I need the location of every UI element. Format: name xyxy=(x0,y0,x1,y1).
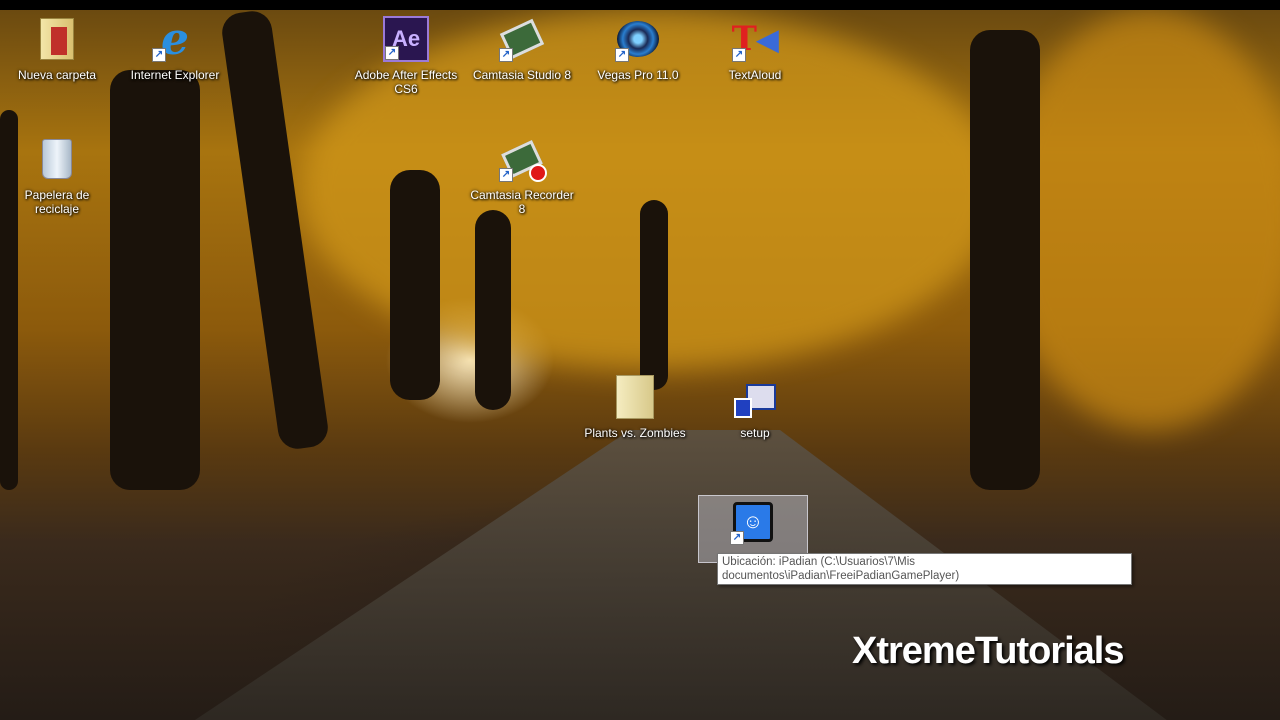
desktop[interactable]: Nueva carpeta e ↗ Internet Explorer Ae ↗ A… xyxy=(0,10,1280,720)
shortcut-arrow-icon: ↗ xyxy=(385,46,399,60)
desktop-icon-setup[interactable]: setup xyxy=(700,374,810,440)
shortcut-arrow-icon: ↗ xyxy=(499,48,513,62)
tree-trunk xyxy=(475,210,511,410)
desktop-icon-after-effects[interactable]: Ae ↗ Adobe After Effects CS6 xyxy=(351,16,461,96)
folder-icon xyxy=(34,16,80,62)
ipadian-icon: ☺ ↗ xyxy=(730,499,776,545)
foliage xyxy=(1000,10,1280,430)
recycle-bin-icon xyxy=(34,136,80,182)
tree-trunk xyxy=(640,200,668,390)
shortcut-arrow-icon: ↗ xyxy=(499,168,513,182)
tree-trunk xyxy=(110,70,200,490)
shortcut-arrow-icon: ↗ xyxy=(615,48,629,62)
camtasia-studio-icon: ↗ xyxy=(499,16,545,62)
desktop-icon-internet-explorer[interactable]: e ↗ Internet Explorer xyxy=(120,14,230,83)
tree-trunk xyxy=(390,170,440,400)
tree-trunk xyxy=(970,30,1040,490)
desktop-icon-plants-vs-zombies[interactable]: Plants vs. Zombies xyxy=(580,374,690,440)
desktop-icon-camtasia-studio[interactable]: ↗ Camtasia Studio 8 xyxy=(467,16,577,82)
desktop-icon-papelera[interactable]: Papelera de reciclaje xyxy=(2,136,112,216)
desktop-icon-nueva-carpeta[interactable]: Nueva carpeta xyxy=(2,16,112,82)
setup-icon xyxy=(732,374,778,420)
textaloud-icon: T ◀ ↗ xyxy=(731,19,779,62)
top-black-bar xyxy=(0,0,1280,10)
desktop-icon-vegas-pro[interactable]: ↗ Vegas Pro 11.0 xyxy=(583,16,693,82)
after-effects-icon: Ae ↗ xyxy=(383,16,429,62)
camtasia-recorder-icon: ↗ xyxy=(499,136,547,182)
desktop-icon-textaloud[interactable]: T ◀ ↗ TextAloud xyxy=(700,16,810,82)
watermark: XtremeTutorials xyxy=(852,630,1124,672)
desktop-icon-camtasia-recorder[interactable]: ↗ Camtasia Recorder 8 xyxy=(467,136,577,216)
shortcut-arrow-icon: ↗ xyxy=(730,531,744,545)
tooltip: Ubicación: iPadian (C:\Usuarios\7\Mis do… xyxy=(717,553,1132,585)
internet-explorer-icon: e ↗ xyxy=(152,14,198,65)
folder-icon xyxy=(612,374,658,420)
shortcut-arrow-icon: ↗ xyxy=(152,48,166,62)
vegas-pro-icon: ↗ xyxy=(615,16,661,62)
shortcut-arrow-icon: ↗ xyxy=(732,48,746,62)
